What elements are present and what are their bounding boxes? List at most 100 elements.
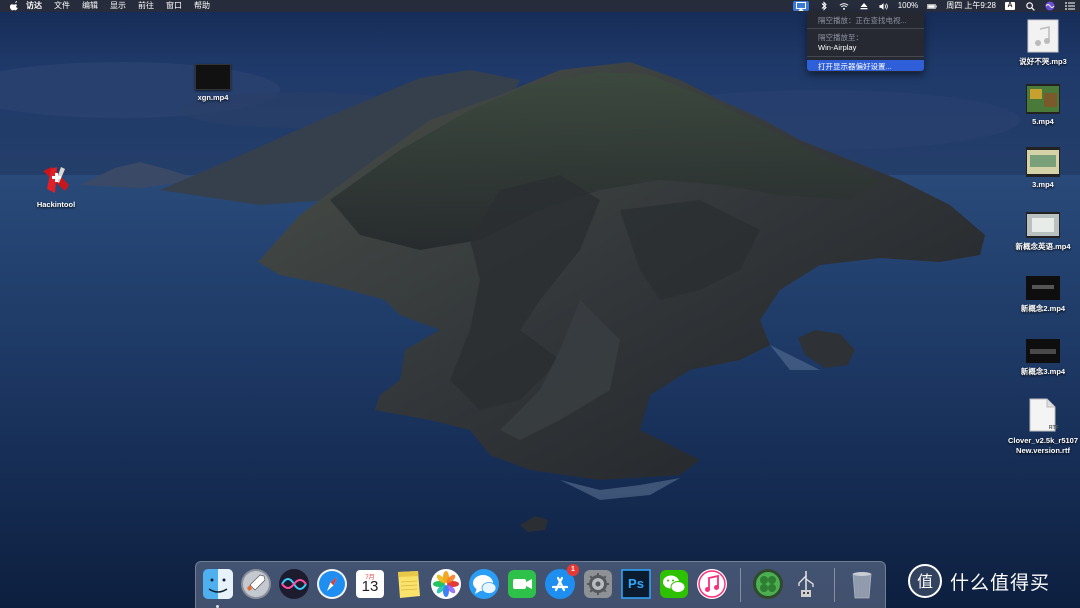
airplay-to-label: 隔空播放至：: [818, 33, 863, 42]
menu-bar: 访达 文件 编辑 显示 前往 窗口 帮助 100% 周四 上午9:28 A: [0, 0, 1080, 12]
menu-help[interactable]: 帮助: [194, 0, 210, 12]
dock-finder[interactable]: [202, 568, 234, 600]
desktop-app-hackintool[interactable]: Hackintool: [16, 163, 96, 209]
desktop-file-5-mp4[interactable]: 5.mp4: [1003, 84, 1080, 126]
chat-bubble-icon: [469, 569, 499, 599]
wechat-icon: [660, 570, 688, 598]
photoshop-label: Ps: [628, 576, 644, 591]
menu-edit[interactable]: 编辑: [82, 0, 98, 12]
compass-icon: [317, 569, 347, 599]
status-area: 100% 周四 上午9:28 A: [788, 0, 1080, 12]
siri-icon: [279, 569, 309, 599]
desktop-file-xgn-mp4[interactable]: xgn.mp4: [173, 64, 253, 102]
video-camera-icon: [508, 570, 536, 598]
spotlight-search-icon[interactable]: [1025, 1, 1035, 11]
dock-calendar[interactable]: 7月 13: [354, 568, 386, 600]
battery-icon[interactable]: [927, 1, 937, 11]
dock-safari[interactable]: [316, 568, 348, 600]
file-label: 3.mp4: [1032, 180, 1054, 189]
music-file-icon: [1027, 19, 1059, 53]
airplay-device-win-airplay[interactable]: Win-Airplay: [818, 43, 856, 52]
menu-file[interactable]: 文件: [54, 0, 70, 12]
video-thumbnail: [195, 64, 231, 90]
rocket-icon: [241, 569, 271, 599]
volume-icon[interactable]: [879, 1, 889, 11]
finder-icon: [203, 569, 233, 599]
file-label: Clover_v2.5k_r5107 New.version.rtf: [1007, 436, 1079, 455]
file-label: 说好不哭.mp3: [1019, 57, 1067, 66]
desktop-file-nce-mp4[interactable]: 新概念英语.mp4: [1003, 212, 1080, 252]
smzdm-logo-icon: 值: [908, 564, 942, 598]
menu-divider: [807, 56, 924, 57]
dock-separator: [834, 568, 835, 602]
dock-photoshop[interactable]: Ps: [620, 568, 652, 600]
video-thumbnail: [1026, 339, 1060, 363]
clock[interactable]: 周四 上午9:28: [946, 0, 996, 12]
desktop-file-nce2-mp4[interactable]: 新概念2.mp4: [1003, 276, 1080, 314]
airplay-menu: 隔空播放：正在查找电视... 隔空播放至： Win-Airplay 打开显示器偏…: [807, 12, 924, 72]
dock-siri[interactable]: [278, 568, 310, 600]
dock-separator: [740, 568, 741, 602]
app-label: Hackintool: [36, 200, 76, 209]
dock-itunes[interactable]: [696, 568, 728, 600]
airplay-icon[interactable]: [792, 1, 809, 11]
input-source-indicator[interactable]: A: [1005, 1, 1015, 11]
file-label: 5.mp4: [1032, 117, 1054, 126]
input-source-label: A: [1005, 2, 1015, 10]
dock-wechat[interactable]: [658, 568, 690, 600]
watermark: 值 什么值得买: [908, 564, 1050, 598]
menu-window[interactable]: 窗口: [166, 0, 182, 12]
file-label: 新概念2.mp4: [1020, 304, 1066, 313]
dock-notes[interactable]: [392, 568, 424, 600]
battery-percentage: 100%: [897, 1, 919, 10]
wifi-icon[interactable]: [839, 1, 849, 11]
logo-symbol: 值: [917, 572, 933, 591]
siri-icon[interactable]: [1045, 1, 1055, 11]
desktop-file-clover-rtf[interactable]: RTF Clover_v2.5k_r5107 New.version.rtf: [1003, 397, 1080, 456]
dock-photos[interactable]: [430, 568, 462, 600]
file-label: 新概念3.mp4: [1020, 367, 1066, 376]
dock-trash[interactable]: [846, 568, 878, 600]
bluetooth-icon[interactable]: [819, 1, 829, 11]
menu-finder[interactable]: 访达: [26, 0, 42, 12]
notification-badge: 1: [567, 564, 579, 576]
file-label: 新概念英语.mp4: [1015, 242, 1071, 251]
open-display-preferences-item[interactable]: 打开显示器偏好设置...: [818, 61, 892, 72]
dock-system-preferences[interactable]: [582, 568, 614, 600]
notification-center-icon[interactable]: [1065, 1, 1075, 11]
dock-facetime[interactable]: [506, 568, 538, 600]
dock-app-store[interactable]: 1: [544, 564, 579, 600]
eject-icon[interactable]: [859, 1, 869, 11]
desktop: 访达 文件 编辑 显示 前往 窗口 帮助 100% 周四 上午9:28 A 隔空…: [0, 0, 1080, 608]
watermark-text: 什么值得买: [950, 572, 1051, 594]
notes-icon: [398, 571, 420, 598]
dock: 7月 13 1 Ps: [195, 561, 886, 608]
dock-launchpad[interactable]: [240, 568, 272, 600]
menu-go[interactable]: 前往: [138, 0, 154, 12]
swiss-knife-icon: [43, 167, 69, 193]
trash-icon: [852, 572, 872, 599]
file-label: xgn.mp4: [197, 93, 229, 102]
photos-icon: [431, 569, 461, 599]
usb-icon: [798, 571, 814, 597]
video-thumbnail: [1026, 84, 1060, 114]
dock-usb-tool[interactable]: [790, 568, 822, 600]
clover-icon: [753, 569, 783, 599]
menu-view[interactable]: 显示: [110, 0, 126, 12]
airplay-status-label: 隔空播放：正在查找电视...: [818, 16, 907, 25]
dock-messages[interactable]: [468, 568, 500, 600]
rtf-badge: RTF: [1049, 425, 1059, 431]
video-thumbnail: [1026, 212, 1060, 238]
video-thumbnail: [1026, 276, 1060, 300]
apple-logo-icon[interactable]: [10, 1, 20, 11]
wallpaper: [0, 0, 1080, 608]
music-note-icon: [697, 569, 727, 599]
desktop-file-3-mp4[interactable]: 3.mp4: [1003, 147, 1080, 189]
menu-divider: [807, 28, 924, 29]
gear-icon: [584, 570, 612, 598]
calendar-day: 13: [361, 578, 379, 595]
desktop-file-mp3[interactable]: 说好不哭.mp3: [1003, 19, 1080, 67]
dock-clover-configurator[interactable]: [752, 568, 784, 600]
video-thumbnail: [1026, 147, 1060, 177]
desktop-file-nce3-mp4[interactable]: 新概念3.mp4: [1003, 339, 1080, 377]
